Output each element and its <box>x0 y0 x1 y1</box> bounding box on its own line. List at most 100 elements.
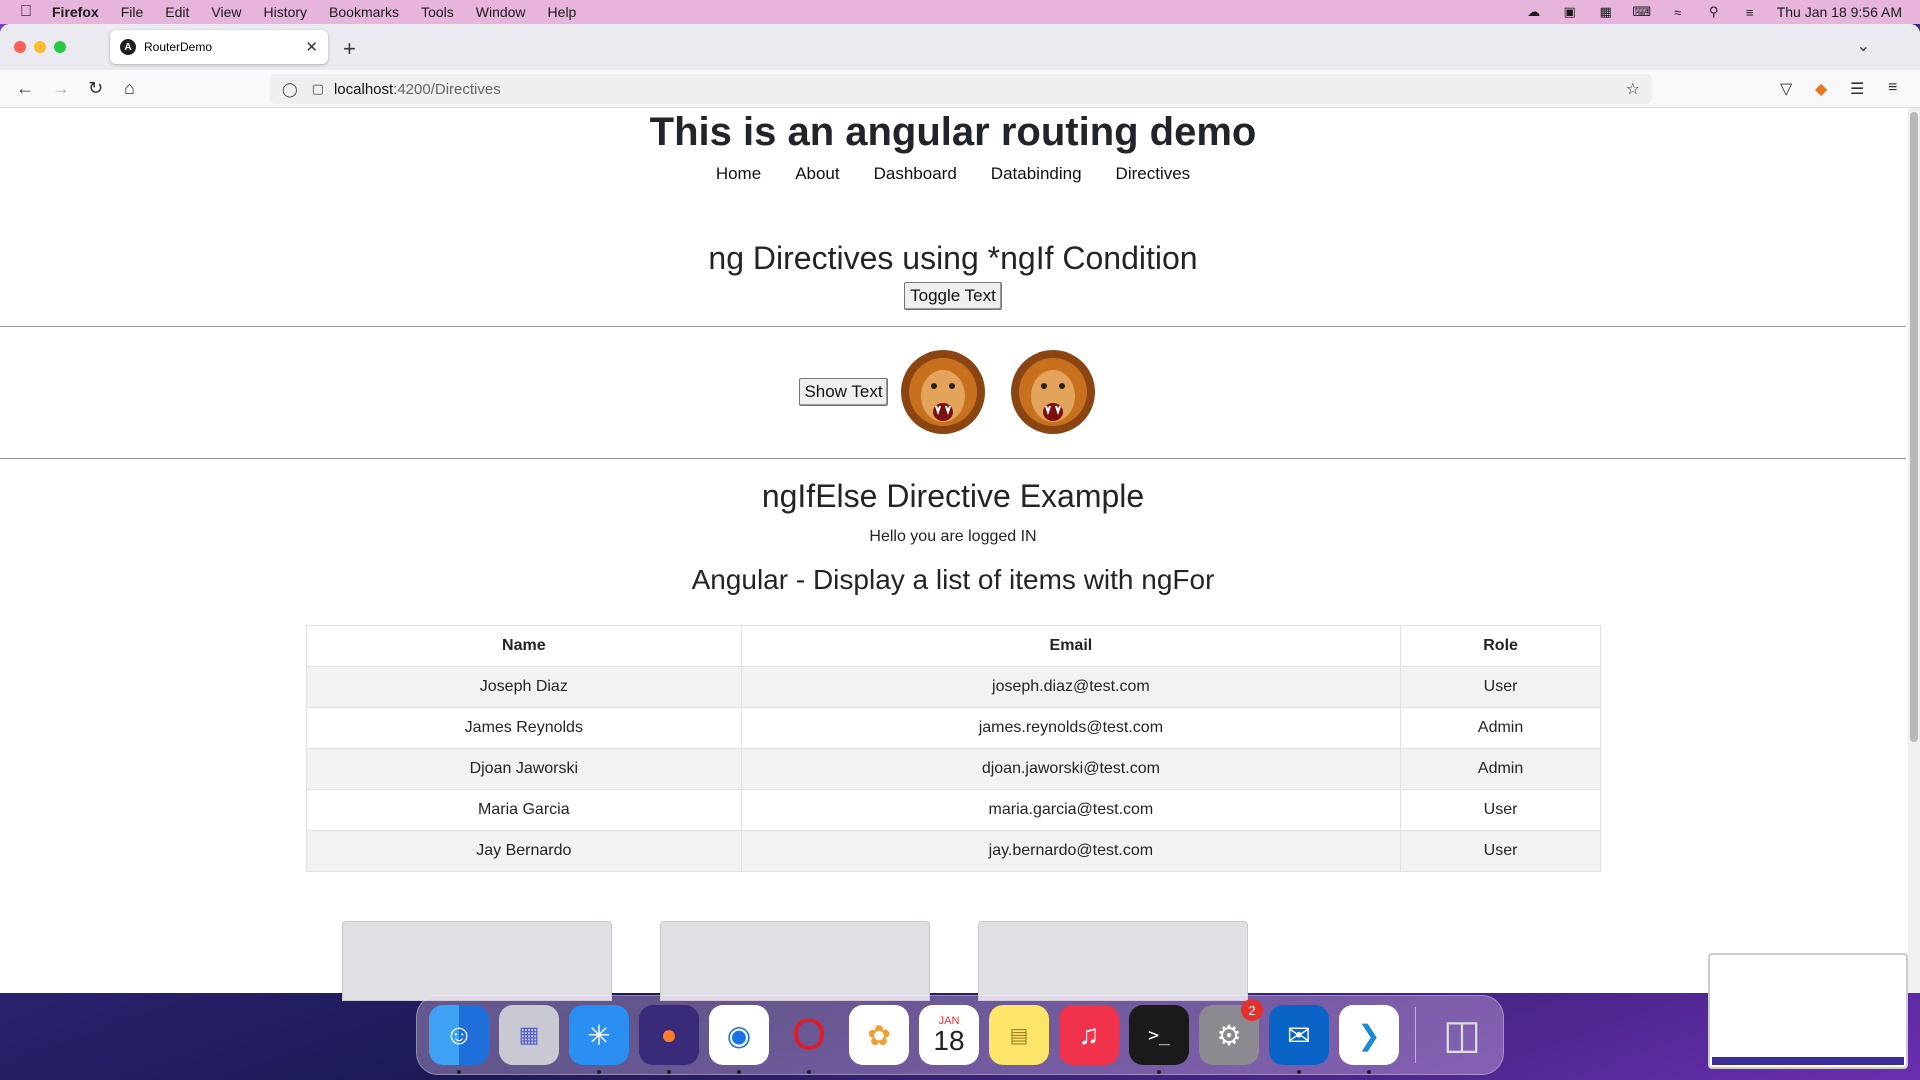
table-header-row: Name Email Role <box>306 625 1601 667</box>
reload-icon[interactable]: ↻ <box>88 78 103 99</box>
wifi-icon[interactable]: ≈ <box>1669 5 1687 20</box>
menu-file[interactable]: File <box>121 4 144 20</box>
show-text-button[interactable]: Show Text <box>799 378 888 406</box>
nav-directives-link[interactable]: Directives <box>1116 164 1191 184</box>
dock: ☺ ▦ ✳ ● ◉ O ✿ JAN 18 ▤ ♫ >_ ⚙ 2 ✉ ❯ ◫ <box>416 995 1504 1075</box>
bookmark-star-icon[interactable]: ☆ <box>1626 79 1640 99</box>
opera-icon[interactable]: O <box>779 1005 839 1074</box>
cell-name: Maria Garcia <box>306 789 742 831</box>
notes-icon[interactable]: ▤ <box>989 1005 1049 1065</box>
running-indicator <box>1157 1070 1161 1074</box>
column-header-name: Name <box>306 625 742 667</box>
tab-bar: A RouterDemo ✕ + ⌄ <box>0 24 1920 70</box>
page-info-icon[interactable]: ▢ <box>312 81 324 97</box>
close-tab-icon[interactable]: ✕ <box>305 38 318 56</box>
running-indicator <box>667 1070 671 1074</box>
calendar-icon[interactable]: JAN 18 <box>919 1005 979 1065</box>
menu-bar:  Firefox File Edit View History Bookmar… <box>0 0 1920 24</box>
app-menu-icon[interactable]: ≡ <box>1888 79 1897 97</box>
apple-icon[interactable]:  <box>0 3 52 21</box>
spotlight-search-icon[interactable]: ⚲ <box>1705 4 1723 19</box>
menu-history[interactable]: History <box>263 4 307 20</box>
creative-cloud-icon[interactable]: ☁ <box>1525 4 1543 19</box>
pocket-icon[interactable]: ▽ <box>1780 79 1792 99</box>
vscode-icon[interactable]: ❯ <box>1339 1005 1399 1074</box>
forward-arrow-icon[interactable]: → <box>52 78 70 99</box>
nav-databinding-link[interactable]: Databinding <box>991 164 1082 184</box>
new-tab-plus-icon[interactable]: + <box>343 36 356 62</box>
ngifelse-heading: ngIfElse Directive Example <box>761 478 1145 514</box>
ngfor-heading: Angular - Display a list of items with n… <box>691 564 1215 595</box>
cell-name: Jay Bernardo <box>306 830 742 872</box>
toggle-text-button[interactable]: Toggle Text <box>904 282 1002 310</box>
running-indicator <box>457 1070 461 1074</box>
home-icon[interactable]: ⌂ <box>124 78 135 99</box>
minimize-window-button[interactable] <box>34 41 46 53</box>
grid-icon[interactable]: ▦ <box>1597 4 1615 19</box>
cell-name: Djoan Jaworski <box>306 748 742 790</box>
finder-icon[interactable]: ☺ <box>429 1005 489 1074</box>
cell-role: User <box>1400 666 1601 708</box>
scrollbar-thumb[interactable] <box>1910 112 1918 742</box>
nav-about-link[interactable]: About <box>795 164 839 184</box>
close-window-button[interactable] <box>14 41 26 53</box>
page-title: This is an angular routing demo <box>649 110 1257 154</box>
browser-window: A RouterDemo ✕ + ⌄ ← → ↻ ⌂ ◯ ▢ localhost… <box>0 24 1920 993</box>
running-indicator <box>737 1070 741 1074</box>
outlook-icon[interactable]: ✉ <box>1269 1005 1329 1074</box>
photos-icon[interactable]: ✿ <box>849 1005 909 1065</box>
url-host: localhost <box>333 80 394 98</box>
menu-window[interactable]: Window <box>476 4 526 20</box>
running-indicator <box>807 1070 811 1074</box>
menu-tools[interactable]: Tools <box>421 4 454 20</box>
metamask-extension-icon[interactable]: ◆ <box>1815 79 1827 99</box>
lion-image <box>901 350 985 434</box>
ngif-heading: ng Directives using *ngIf Condition <box>708 240 1198 276</box>
safari-icon[interactable]: ✳ <box>569 1005 629 1074</box>
tracking-shield-icon[interactable]: ◯ <box>282 81 298 98</box>
chrome-icon[interactable]: ◉ <box>709 1005 769 1074</box>
card-placeholder[interactable] <box>978 921 1248 1001</box>
cell-email: joseph.diaz@test.com <box>740 666 1402 708</box>
main-nav: Home About Dashboard Databinding Directi… <box>0 164 1906 184</box>
launchpad-icon[interactable]: ▦ <box>499 1005 559 1065</box>
trash-icon[interactable]: ◫ <box>1432 1005 1492 1065</box>
nav-home-link[interactable]: Home <box>716 164 761 184</box>
display-icon[interactable]: ▣ <box>1561 4 1579 19</box>
system-settings-icon[interactable]: ⚙ 2 <box>1199 999 1263 1065</box>
list-tabs-chevron-icon[interactable]: ⌄ <box>1857 36 1870 56</box>
logged-in-text: Hello you are logged IN <box>869 528 1037 545</box>
menu-view[interactable]: View <box>211 4 241 20</box>
users-table: Name Email Role Joseph Diaz joseph.diaz@… <box>306 625 1601 872</box>
menu-clock[interactable]: Thu Jan 18 9:56 AM <box>1777 4 1902 20</box>
card-placeholder[interactable] <box>342 921 612 1001</box>
calendar-day: 18 <box>933 1025 965 1056</box>
terminal-icon[interactable]: >_ <box>1129 1005 1189 1074</box>
cell-role: User <box>1400 789 1601 831</box>
card-placeholder[interactable] <box>660 921 930 1001</box>
table-row: Joseph Diaz joseph.diaz@test.com User <box>306 666 1601 708</box>
column-header-email: Email <box>740 625 1402 667</box>
cell-name: James Reynolds <box>306 707 742 749</box>
cell-role: Admin <box>1400 707 1601 749</box>
zoom-window-button[interactable] <box>54 41 66 53</box>
keyboard-icon[interactable]: ⌨ <box>1632 4 1651 19</box>
extensions-icon[interactable]: ☰ <box>1850 79 1864 99</box>
control-center-icon[interactable]: ≡ <box>1741 5 1759 20</box>
nav-dashboard-link[interactable]: Dashboard <box>874 164 957 184</box>
menu-edit[interactable]: Edit <box>165 4 189 20</box>
notification-badge: 2 <box>1241 999 1263 1021</box>
cell-email: jay.bernardo@test.com <box>740 830 1402 872</box>
firefox-icon[interactable]: ● <box>639 1005 699 1074</box>
url-bar[interactable]: ◯ ▢ localhost:4200/Directives ☆ <box>270 74 1652 104</box>
window-thumbnail-preview[interactable] <box>1708 953 1908 1069</box>
music-icon[interactable]: ♫ <box>1059 1005 1119 1065</box>
back-arrow-icon[interactable]: ← <box>16 78 34 99</box>
menu-bookmarks[interactable]: Bookmarks <box>329 4 399 20</box>
tab-routerdemo[interactable]: A RouterDemo ✕ <box>110 30 328 64</box>
menu-app-name[interactable]: Firefox <box>52 4 99 20</box>
menu-help[interactable]: Help <box>548 4 577 20</box>
column-header-role: Role <box>1400 625 1601 667</box>
cell-email: james.reynolds@test.com <box>740 707 1402 749</box>
cell-email: maria.garcia@test.com <box>740 789 1402 831</box>
